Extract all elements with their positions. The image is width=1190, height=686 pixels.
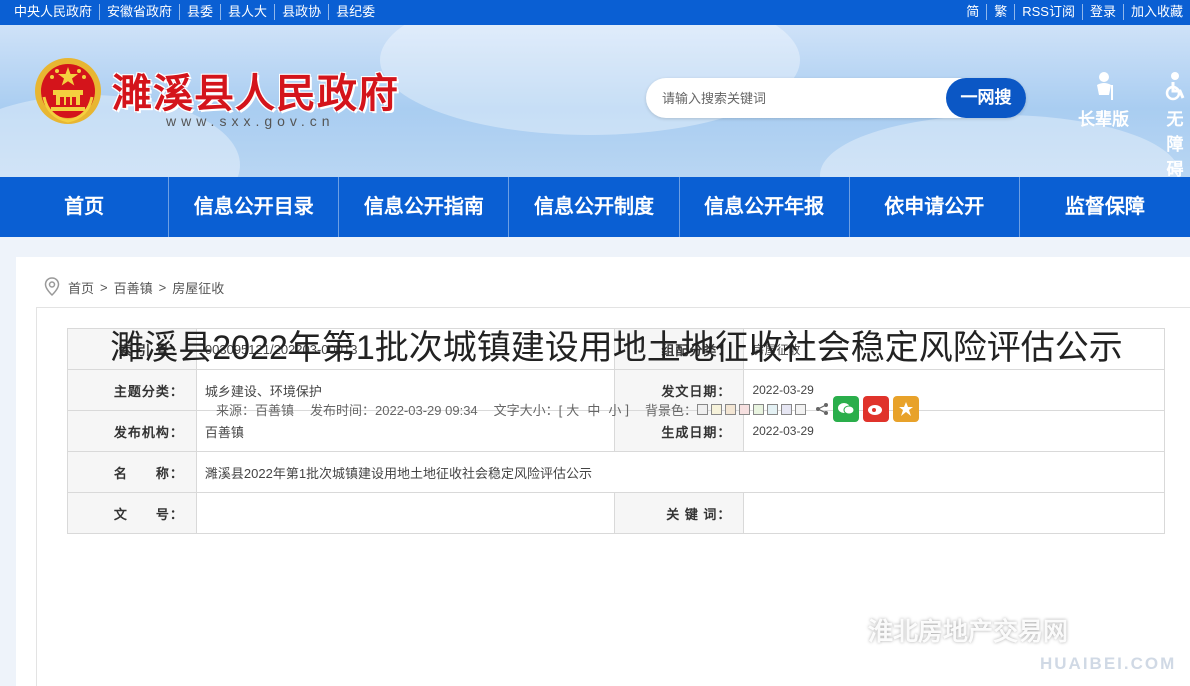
nav-supervision[interactable]: 监督保障 xyxy=(1020,177,1190,237)
article-source: 来源：百善镇 xyxy=(216,402,295,418)
wechat-share-icon[interactable] xyxy=(832,396,859,422)
keywords-label: 关 键 词： xyxy=(613,492,745,534)
document-name-label: 名 称： xyxy=(67,451,197,493)
site-url: www.sxx.gov.cn xyxy=(166,113,335,129)
article-info-bar: 来源：百善镇 发布时间：2022-03-29 09:34 文字大小：[ 大 中 … xyxy=(216,396,919,422)
weibo-share-icon[interactable] xyxy=(862,396,889,422)
share-icon[interactable] xyxy=(815,402,829,416)
bg-color-swatch[interactable] xyxy=(752,403,764,415)
share-buttons xyxy=(815,396,919,422)
accessibility-button[interactable]: 无障碍 xyxy=(1160,71,1190,177)
location-pin-icon xyxy=(44,277,60,297)
article-title: 濉溪县2022年第1批次城镇建设用地土地征收社会稳定风险评估公示 xyxy=(110,329,1123,367)
nav-info-system[interactable]: 信息公开制度 xyxy=(509,177,680,237)
font-size-large-button[interactable]: 大 xyxy=(566,400,579,419)
topic-label: 主题分类： xyxy=(67,369,197,411)
external-links: 中央人民政府 安徽省政府 县委 县人大 县政协 县纪委 xyxy=(14,4,382,20)
search-box: 一网搜 xyxy=(646,78,1026,118)
bg-color-swatch[interactable] xyxy=(780,403,792,415)
national-emblem-icon xyxy=(35,58,101,124)
breadcrumb-town[interactable]: 百善镇 xyxy=(114,278,153,297)
document-number-label: 文 号： xyxy=(67,492,197,534)
background-color-label: 背景色： xyxy=(644,402,697,418)
elder-mode-button[interactable]: 长辈版 xyxy=(1078,71,1129,130)
link-province-government[interactable]: 安徽省政府 xyxy=(99,4,179,20)
link-county-committee[interactable]: 县委 xyxy=(179,4,220,20)
keywords-value xyxy=(743,492,1165,534)
elder-mode-label: 长辈版 xyxy=(1078,110,1129,129)
link-county-congress[interactable]: 县人大 xyxy=(220,4,274,20)
breadcrumb: 首页 > 百善镇 > 房屋征收 xyxy=(44,277,224,297)
breadcrumb-divider xyxy=(36,307,1190,308)
bg-color-swatch[interactable] xyxy=(738,403,750,415)
breadcrumb-category[interactable]: 房屋征收 xyxy=(172,278,224,297)
nav-apply-disclosure[interactable]: 依申请公开 xyxy=(850,177,1020,237)
watermark-subtext: HUAIBEI.COM xyxy=(1040,654,1177,673)
simplified-chinese-link[interactable]: 简 xyxy=(959,4,986,20)
watermark-text: 淮北房地产交易网 xyxy=(868,618,1069,646)
article-publish-time: 发布时间：2022-03-29 09:34 xyxy=(310,402,478,418)
breadcrumb-separator: > xyxy=(100,279,108,295)
nav-info-guide[interactable]: 信息公开指南 xyxy=(339,177,510,237)
login-link[interactable]: 登录 xyxy=(1081,4,1123,20)
qzone-share-icon[interactable] xyxy=(892,396,919,422)
table-row: 名 称： 濉溪县2022年第1批次城镇建设用地土地征收社会稳定风险评估公示 xyxy=(67,451,1166,493)
accessibility-label: 无障碍 xyxy=(1166,110,1184,177)
font-size-small-button[interactable]: 小 xyxy=(608,400,621,419)
link-county-discipline[interactable]: 县纪委 xyxy=(328,4,382,20)
document-name-value: 濉溪县2022年第1批次城镇建设用地土地征收社会稳定风险评估公示 xyxy=(195,451,1166,493)
bg-color-swatch[interactable] xyxy=(794,403,806,415)
bg-color-swatch[interactable] xyxy=(696,403,708,415)
bookmark-link[interactable]: 加入收藏 xyxy=(1122,4,1190,20)
breadcrumb-home[interactable]: 首页 xyxy=(68,278,94,297)
link-central-government[interactable]: 中央人民政府 xyxy=(14,4,99,20)
table-row: 文 号： 关 键 词： xyxy=(67,492,1165,534)
font-size-close: ] xyxy=(625,401,629,417)
publisher-label: 发布机构： xyxy=(67,410,197,452)
bg-color-swatch[interactable] xyxy=(766,403,778,415)
top-utility-bar: 中央人民政府 安徽省政府 县委 县人大 县政协 县纪委 简 繁 RSS订阅 登录… xyxy=(0,0,1190,25)
rss-link[interactable]: RSS订阅 xyxy=(1014,4,1082,20)
site-title[interactable]: 濉溪县人民政府 xyxy=(112,61,399,119)
main-navigation: 首页 信息公开目录 信息公开指南 信息公开制度 信息公开年报 依申请公开 监督保… xyxy=(0,177,1190,237)
nav-info-catalog[interactable]: 信息公开目录 xyxy=(169,177,340,237)
bg-color-swatch[interactable] xyxy=(710,403,722,415)
search-input[interactable] xyxy=(662,88,932,108)
nav-home[interactable]: 首页 xyxy=(0,177,170,237)
font-size-label: 文字大小：[ xyxy=(493,402,563,418)
utility-links: 简 繁 RSS订阅 登录 加入收藏 xyxy=(959,4,1190,20)
link-county-cppcc[interactable]: 县政协 xyxy=(274,4,328,20)
breadcrumb-separator: > xyxy=(158,279,167,295)
traditional-chinese-link[interactable]: 繁 xyxy=(986,4,1014,20)
search-button[interactable]: 一网搜 xyxy=(946,78,1026,118)
site-header: 濉溪县人民政府 www.sxx.gov.cn 一网搜 长辈版 无障碍 xyxy=(0,25,1190,177)
font-size-medium-button[interactable]: 中 xyxy=(587,400,600,419)
wheelchair-icon xyxy=(1165,72,1185,101)
nav-annual-report[interactable]: 信息公开年报 xyxy=(680,177,850,237)
document-number-value xyxy=(195,492,615,534)
bg-color-swatch[interactable] xyxy=(724,403,736,415)
elder-person-icon xyxy=(1096,72,1113,100)
